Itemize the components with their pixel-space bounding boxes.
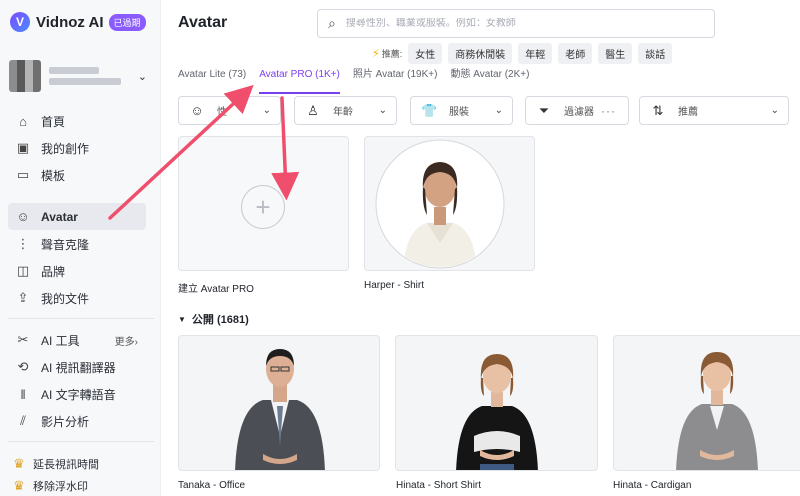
- funnel-icon: ⏷: [538, 102, 550, 118]
- sidebar-item-ai-tools[interactable]: ✂ AI 工具 更多›: [8, 328, 146, 352]
- gender-filter[interactable]: ☺ 性 ⌄: [178, 96, 281, 125]
- video-icon: ▣: [16, 140, 30, 155]
- more-link[interactable]: 更多›: [115, 333, 138, 348]
- chip-young[interactable]: 年輕: [518, 43, 553, 64]
- chip-teacher[interactable]: 老師: [558, 43, 593, 64]
- plus-icon: +: [241, 185, 285, 229]
- sort-icon: ⇅: [652, 102, 664, 118]
- avatar-icon: ☺: [16, 209, 30, 224]
- home-icon: ⌂: [19, 113, 27, 129]
- bolt-icon: ⚡: [372, 48, 380, 60]
- sidebar-item-avatar[interactable]: ☺ Avatar: [8, 203, 146, 230]
- sidebar-item-home[interactable]: ⌂ 首頁: [8, 109, 146, 133]
- sidebar-item-text-to-speech[interactable]: ǁ AI 文字轉語音: [8, 382, 146, 406]
- user-menu[interactable]: ⌄: [9, 58, 151, 94]
- card-name: Hinata - Cardigan: [613, 480, 692, 491]
- card-name: Tanaka - Office: [178, 480, 246, 491]
- avatar: [9, 60, 41, 92]
- logo-mark-icon: V: [10, 12, 30, 32]
- tab-photo-avatar[interactable]: 照片 Avatar (19K+): [353, 66, 438, 90]
- caret-down-icon: ▼: [178, 314, 186, 324]
- sidebar-item-templates[interactable]: ▭ 模板: [8, 163, 146, 187]
- tab-avatar-lite[interactable]: Avatar Lite (73): [178, 66, 246, 90]
- age-filter[interactable]: ♙ 年齡 ⌄: [294, 96, 397, 125]
- harper-avatar-image: [375, 139, 505, 269]
- avatar-card-hinata-short-shirt[interactable]: [395, 335, 598, 471]
- plan-badge: 已過期: [108, 13, 146, 31]
- avatar-card-harper[interactable]: [364, 136, 535, 271]
- public-section-header[interactable]: ▼ 公開 (1681): [178, 311, 249, 327]
- brand-icon: ◫: [16, 263, 30, 278]
- audio-wave-icon: ǁ: [20, 386, 26, 402]
- chevron-down-icon: ⌄: [378, 105, 387, 116]
- more-filter[interactable]: ⏷ 過濾器 ···: [525, 96, 629, 125]
- logo[interactable]: V Vidnoz AI 已過期: [10, 12, 146, 32]
- card-name: Harper - Shirt: [364, 280, 425, 291]
- sidebar-item-video-translator[interactable]: ⟲ AI 視訊翻譯器: [8, 355, 146, 379]
- chip-business-casual[interactable]: 商務休閒裝: [448, 43, 513, 64]
- brand-name: Vidnoz AI: [36, 13, 104, 31]
- more-dots-icon: ···: [601, 103, 616, 118]
- chip-doctor[interactable]: 醫生: [598, 43, 633, 64]
- age-icon: ♙: [307, 102, 319, 118]
- sidebar-item-brand[interactable]: ◫ 品牌: [8, 259, 146, 283]
- tab-motion-avatar[interactable]: 動態 Avatar (2K+): [450, 66, 529, 90]
- chevron-down-icon: ⌄: [770, 105, 779, 116]
- hinata-short-shirt-avatar-image: [456, 354, 538, 470]
- avatar-card-hinata-cardigan[interactable]: [613, 335, 800, 471]
- sidebar-item-video-analysis[interactable]: ⫽ 影片分析: [8, 409, 146, 433]
- sidebar-promo-remove-watermark[interactable]: ♛ 移除浮水印: [8, 474, 146, 496]
- hinata-cardigan-avatar-image: [676, 352, 758, 470]
- sidebar: V Vidnoz AI 已過期 ⌄ ⌂ 首頁 ▣ 我的創作 ▭ 模板 ☺ Ava…: [0, 0, 161, 496]
- page-title: Avatar: [178, 14, 228, 31]
- avatar-card-tanaka[interactable]: [178, 335, 380, 471]
- search-icon: ⌕: [328, 15, 336, 31]
- upload-icon: ⇪: [17, 290, 29, 305]
- chip-talking[interactable]: 談話: [638, 43, 673, 64]
- template-icon: ▭: [16, 167, 30, 182]
- sidebar-item-voice-clone[interactable]: ⋮ 聲音克隆: [8, 232, 146, 256]
- card-name: 建立 Avatar PRO: [178, 284, 254, 295]
- sidebar-item-my-files[interactable]: ⇪ 我的文件: [8, 286, 146, 310]
- search-box[interactable]: ⌕: [317, 9, 715, 38]
- create-avatar-pro-card[interactable]: +: [178, 136, 349, 271]
- tanaka-avatar-image: [235, 349, 325, 470]
- tab-avatar-pro[interactable]: Avatar PRO (1K+): [259, 66, 340, 94]
- voice-icon: ⋮: [16, 236, 30, 251]
- chevron-down-icon[interactable]: ⌄: [138, 70, 147, 83]
- crown-icon: ♛: [13, 478, 25, 493]
- card-name: Hinata - Short Shirt: [396, 480, 482, 491]
- avatar-tabs: Avatar Lite (73) Avatar PRO (1K+) 照片 Ava…: [178, 66, 542, 94]
- tools-icon: ✂: [17, 332, 29, 347]
- chevron-down-icon: ⌄: [262, 105, 271, 116]
- shirt-icon: 👕: [421, 102, 438, 118]
- crown-icon: ♛: [13, 456, 25, 471]
- person-icon: ☺: [190, 103, 204, 118]
- search-input[interactable]: [345, 18, 686, 29]
- analytics-icon: ⫽: [20, 413, 26, 428]
- chip-female[interactable]: 女性: [408, 43, 443, 64]
- sidebar-item-my-creations[interactable]: ▣ 我的創作: [8, 136, 146, 160]
- translate-icon: ⟲: [17, 359, 29, 374]
- chevron-down-icon: ⌄: [494, 105, 503, 116]
- clothing-filter[interactable]: 👕 服裝 ⌄: [410, 96, 513, 125]
- sidebar-promo-extend-time[interactable]: ♛ 延長視訊時間: [8, 452, 146, 476]
- recommend-chips: ⚡ 推薦: 女性 商務休閒裝 年輕 老師 醫生 談話: [372, 43, 678, 64]
- sort-select[interactable]: ⇅ 推薦 ⌄: [639, 96, 789, 125]
